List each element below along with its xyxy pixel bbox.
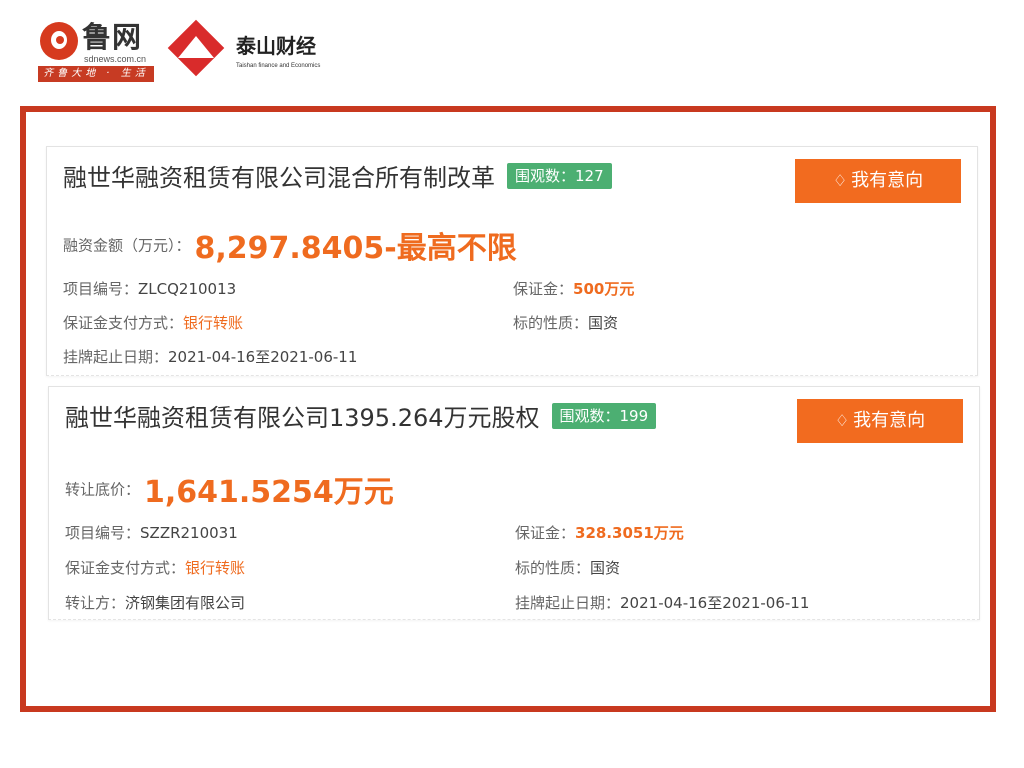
- taishan-finance-logo[interactable]: 泰山财经 Taishan finance and Economics: [167, 19, 350, 84]
- listing-title-text[interactable]: 融世华融资租赁有限公司混合所有制改革: [63, 164, 495, 192]
- mountain-icon: [178, 36, 214, 58]
- taishan-finance-english: Taishan finance and Economics: [236, 63, 321, 69]
- views-badge: 围观数：127: [507, 163, 612, 189]
- deposit: 保证金：500万元: [513, 279, 634, 299]
- asset-nature-value: 国资: [590, 559, 621, 577]
- payment-method-value: 银行转账: [183, 314, 244, 332]
- listing-title[interactable]: 融世华融资租赁有限公司1395.264万元股权 围观数：199: [65, 403, 657, 433]
- asset-nature-label: 标的性质：: [515, 559, 591, 577]
- asset-nature-value: 国资: [588, 314, 619, 332]
- lu-wang-logo[interactable]: 鲁网 sdnews.com.cn 齐鲁大地 · 生活网: [38, 20, 156, 95]
- payment-method-label: 保证金支付方式：: [65, 559, 186, 577]
- lu-wang-url: sdnews.com.cn: [84, 54, 147, 64]
- lu-circle-logo-icon: [40, 22, 78, 60]
- lu-wang-slogan: 齐鲁大地 · 生活网: [38, 66, 154, 95]
- price-row: 融资金额（万元）： 8,297.8405-最高不限: [63, 223, 517, 267]
- price-value: 8,297.8405-最高不限: [194, 231, 517, 266]
- intent-button-label: 我有意向: [853, 410, 926, 431]
- asset-nature: 标的性质：国资: [513, 313, 618, 333]
- payment-method-label: 保证金支付方式：: [63, 314, 184, 332]
- listing-frame: 融世华融资租赁有限公司混合所有制改革 围观数：127 ♢ 我有意向 融资金额（万元）…: [20, 106, 996, 712]
- project-number-value: ZLCQ210013: [138, 280, 237, 298]
- price-label: 转让底价：: [65, 480, 141, 499]
- intent-button[interactable]: ♢ 我有意向: [795, 159, 961, 203]
- hand-icon: ♢: [832, 171, 848, 190]
- listing-dates-value: 2021-04-16至2021-06-11: [620, 594, 810, 612]
- transferor: 转让方：济钢集团有限公司: [65, 593, 245, 613]
- transferor-label: 转让方：: [65, 594, 126, 612]
- project-number: 项目编号：SZZR210031: [65, 523, 238, 543]
- listing-title-text[interactable]: 融世华融资租赁有限公司1395.264万元股权: [65, 404, 540, 432]
- header: 鲁网 sdnews.com.cn 齐鲁大地 · 生活网 泰山财经 Taishan…: [38, 19, 358, 95]
- lu-wang-name: 鲁网: [82, 20, 143, 54]
- deposit-value: 328.3051万元: [575, 524, 684, 542]
- transferor-value: 济钢集团有限公司: [125, 594, 246, 612]
- listing-dates-label: 挂牌起止日期：: [63, 348, 169, 366]
- project-number-value: SZZR210031: [140, 524, 238, 542]
- payment-method: 保证金支付方式：银行转账: [63, 313, 243, 333]
- listing-title[interactable]: 融世华融资租赁有限公司混合所有制改革 围观数：127: [63, 163, 612, 193]
- project-number-label: 项目编号：: [65, 524, 141, 542]
- deposit-label: 保证金：: [513, 280, 574, 298]
- deposit-label: 保证金：: [515, 524, 576, 542]
- hand-icon: ♢: [834, 411, 850, 430]
- views-badge: 围观数：199: [551, 403, 657, 429]
- asset-nature: 标的性质：国资: [515, 558, 620, 578]
- payment-method: 保证金支付方式：银行转账: [65, 558, 245, 578]
- intent-button[interactable]: ♢ 我有意向: [797, 399, 963, 443]
- listing-dates: 挂牌起止日期：2021-04-16至2021-06-11: [63, 347, 357, 367]
- project-number: 项目编号：ZLCQ210013: [63, 279, 236, 299]
- deposit: 保证金：328.3051万元: [515, 523, 684, 543]
- intent-button-label: 我有意向: [851, 170, 924, 191]
- project-number-label: 项目编号：: [63, 280, 139, 298]
- listing-card: 融世华融资租赁有限公司1395.264万元股权 围观数：199 ♢ 我有意向 转让底…: [48, 386, 980, 620]
- asset-nature-label: 标的性质：: [513, 314, 589, 332]
- listing-dates: 挂牌起止日期：2021-04-16至2021-06-11: [515, 593, 809, 613]
- listing-card: 融世华融资租赁有限公司混合所有制改革 围观数：127 ♢ 我有意向 融资金额（万元）…: [46, 146, 978, 376]
- listing-dates-label: 挂牌起止日期：: [515, 594, 621, 612]
- listing-dates-value: 2021-04-16至2021-06-11: [168, 348, 358, 366]
- price-value: 1,641.5254万元: [144, 475, 394, 510]
- price-label: 融资金额（万元）：: [63, 236, 191, 255]
- price-row: 转让底价： 1,641.5254万元: [65, 467, 394, 511]
- taishan-finance-name: 泰山财经: [236, 34, 316, 58]
- deposit-value: 500万元: [573, 280, 635, 298]
- payment-method-value: 银行转账: [185, 559, 246, 577]
